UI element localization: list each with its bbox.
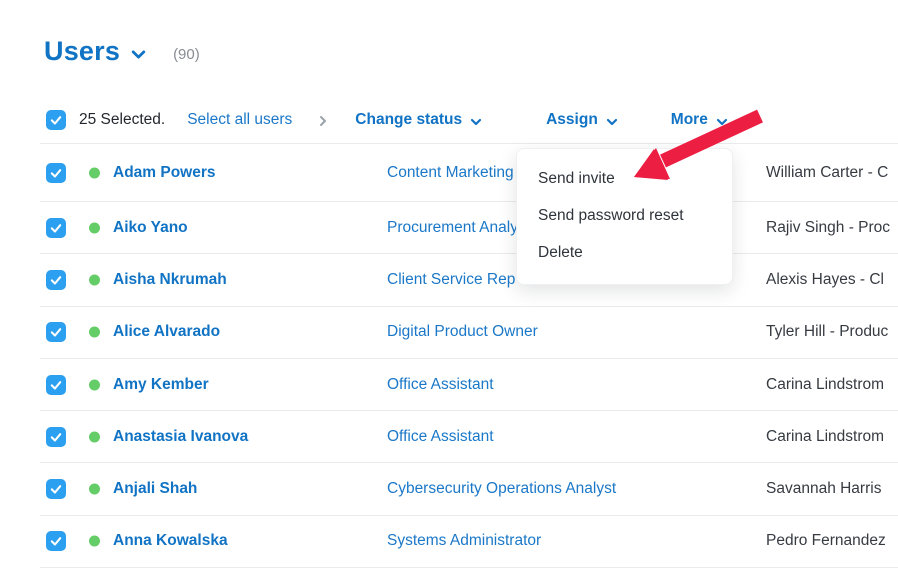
dropdown-menu-item[interactable]: Send password reset — [517, 197, 732, 234]
more-button[interactable]: More — [671, 111, 729, 129]
users-page: { "header": { "title": "Users", "count":… — [0, 0, 898, 562]
change-status-label: Change status — [355, 111, 462, 129]
status-active-dot — [89, 222, 100, 233]
job-title-link[interactable]: Content Marketing — [387, 164, 514, 182]
row-checkbox[interactable] — [46, 270, 66, 290]
assign-label: Assign — [546, 111, 598, 129]
user-count: (90) — [173, 46, 200, 63]
user-name-link[interactable]: Alice Alvarado — [113, 323, 220, 341]
table-row: Alice Alvarado Digital Product Owner Tyl… — [40, 307, 898, 359]
status-active-dot — [89, 484, 100, 495]
change-status-button[interactable]: Change status — [355, 111, 483, 129]
user-name-link[interactable]: Aiko Yano — [113, 219, 188, 237]
job-title-link[interactable]: Cybersecurity Operations Analyst — [387, 480, 616, 498]
status-active-dot — [89, 379, 100, 390]
table-row: Amy Kember Office Assistant Carina Linds… — [40, 359, 898, 411]
chevron-right-icon — [316, 114, 330, 128]
job-title-link[interactable]: Systems Administrator — [387, 532, 541, 550]
row-checkbox[interactable] — [46, 479, 66, 499]
row-checkbox[interactable] — [46, 322, 66, 342]
assign-button[interactable]: Assign — [546, 111, 619, 129]
status-active-dot — [89, 431, 100, 442]
page-header: Users (90) — [44, 36, 200, 67]
table-row: Anna Kowalska Systems Administrator Pedr… — [40, 516, 898, 568]
chevron-down-icon — [715, 115, 729, 129]
job-title-link[interactable]: Office Assistant — [387, 376, 494, 394]
user-name-link[interactable]: Aisha Nkrumah — [113, 271, 227, 289]
job-title-link[interactable]: Office Assistant — [387, 428, 494, 446]
manager-text: Carina Lindstrom — [766, 428, 884, 446]
bulk-actions-toolbar: 25 Selected. Select all users Change sta… — [46, 105, 729, 135]
status-active-dot — [89, 274, 100, 285]
manager-text: William Carter - C — [766, 164, 888, 182]
select-all-users-link[interactable]: Select all users — [187, 111, 292, 129]
status-active-dot — [89, 167, 100, 178]
page-title: Users — [44, 36, 120, 67]
user-name-link[interactable]: Anna Kowalska — [113, 532, 228, 550]
select-all-checkbox[interactable] — [46, 110, 66, 130]
chevron-down-icon — [469, 115, 483, 129]
selected-count-label: 25 Selected. — [79, 111, 165, 129]
dropdown-menu-item[interactable]: Send invite — [517, 160, 732, 197]
more-label: More — [671, 111, 708, 129]
job-title-link[interactable]: Procurement Analyst — [387, 219, 530, 237]
table-row: Adam Powers Content Marketing William Ca… — [40, 144, 898, 202]
dropdown-menu-item[interactable]: Delete — [517, 234, 732, 271]
job-title-link[interactable]: Digital Product Owner — [387, 323, 538, 341]
manager-text: Savannah Harris — [766, 480, 881, 498]
row-checkbox[interactable] — [46, 218, 66, 238]
manager-text: Carina Lindstrom — [766, 376, 884, 394]
table-row: Anastasia Ivanova Office Assistant Carin… — [40, 411, 898, 463]
manager-text: Alexis Hayes - Cl — [766, 271, 884, 289]
status-active-dot — [89, 536, 100, 547]
manager-text: Tyler Hill - Produc — [766, 323, 888, 341]
row-checkbox[interactable] — [46, 163, 66, 183]
row-checkbox[interactable] — [46, 375, 66, 395]
user-name-link[interactable]: Anastasia Ivanova — [113, 428, 248, 446]
user-name-link[interactable]: Anjali Shah — [113, 480, 197, 498]
users-chevron-down-icon[interactable] — [130, 46, 147, 63]
status-active-dot — [89, 327, 100, 338]
user-name-link[interactable]: Adam Powers — [113, 164, 216, 182]
manager-text: Pedro Fernandez — [766, 532, 886, 550]
table-row: Aiko Yano Procurement Analyst Rajiv Sing… — [40, 202, 898, 254]
actions-dropdown-menu: Send inviteSend password resetDelete — [516, 148, 733, 285]
row-checkbox[interactable] — [46, 427, 66, 447]
manager-text: Rajiv Singh - Proc — [766, 219, 890, 237]
table-row: Anjali Shah Cybersecurity Operations Ana… — [40, 463, 898, 515]
chevron-down-icon — [605, 115, 619, 129]
table-row: Aisha Nkrumah Client Service Rep Alexis … — [40, 254, 898, 306]
user-name-link[interactable]: Amy Kember — [113, 376, 209, 394]
users-table: Adam Powers Content Marketing William Ca… — [40, 143, 898, 568]
row-checkbox[interactable] — [46, 531, 66, 551]
job-title-link[interactable]: Client Service Rep — [387, 271, 515, 289]
